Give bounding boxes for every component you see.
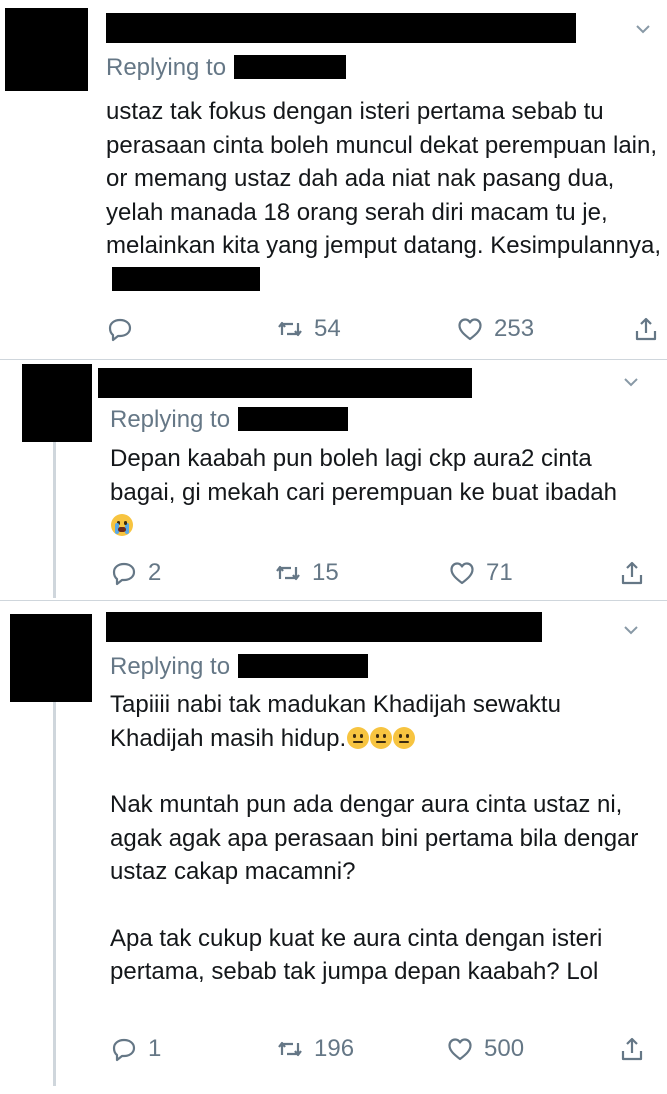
retweet-icon [274, 559, 302, 587]
replying-label: Replying to [106, 54, 227, 81]
tweet-actions: 1 196 500 [110, 1033, 667, 1065]
like-count: 500 [484, 1035, 525, 1062]
retweet-icon [276, 315, 304, 343]
retweet-button[interactable]: 54 [276, 313, 341, 345]
neutral-face-emoji-icon [393, 726, 416, 749]
retweet-icon [276, 1035, 304, 1063]
redacted-username[interactable] [106, 13, 576, 43]
tweet-text: Depan kaabah pun boleh lagi ckp aura2 ci… [110, 442, 630, 543]
replying-to: Replying to [106, 54, 347, 82]
replying-label: Replying to [110, 653, 231, 680]
tweet-1[interactable]: Replying to ustaz tak fokus dengan ister… [0, 0, 667, 358]
redacted-mention[interactable] [234, 55, 347, 79]
heart-icon [446, 1035, 474, 1063]
thread-connector [53, 442, 56, 598]
tweet-thread: Replying to ustaz tak fokus dengan ister… [0, 0, 667, 1094]
tweet-paragraph: Nak muntah pun ada dengar aura cinta ust… [110, 791, 639, 885]
share-button[interactable] [632, 313, 660, 345]
tweet-actions: 2 15 71 [110, 557, 667, 589]
tweet-actions: 54 253 [106, 313, 666, 345]
tweet-body: Depan kaabah pun boleh lagi ckp aura2 ci… [110, 445, 617, 506]
redacted-mention[interactable] [238, 407, 349, 431]
share-button[interactable] [618, 557, 646, 589]
reply-button[interactable]: 2 [110, 557, 161, 589]
avatar[interactable] [10, 614, 92, 702]
tweet-text: ustaz tak fokus dengan isteri pertama se… [106, 95, 661, 296]
reply-count: 1 [148, 1035, 162, 1062]
like-count: 253 [494, 315, 535, 342]
retweet-button[interactable]: 196 [276, 1033, 354, 1065]
retweet-button[interactable]: 15 [274, 557, 339, 589]
chevron-down-icon[interactable] [622, 621, 640, 639]
tweet-text: Tapiiii nabi tak madukan Khadijah sewakt… [110, 688, 640, 989]
neutral-face-emoji-icon [347, 726, 370, 749]
replying-to: Replying to [110, 406, 349, 434]
reply-icon [110, 559, 138, 587]
tweet-paragraph: Tapiiii nabi tak madukan Khadijah sewakt… [110, 691, 561, 752]
retweet-count: 15 [312, 559, 339, 586]
tweet-paragraph: Apa tak cukup kuat ke aura cinta dengan … [110, 924, 603, 986]
replying-label: Replying to [110, 406, 231, 433]
heart-icon [448, 559, 476, 587]
reply-button[interactable] [106, 313, 144, 345]
like-button[interactable]: 253 [456, 313, 534, 345]
like-count: 71 [486, 559, 513, 586]
share-icon [618, 1035, 646, 1063]
neutral-face-emoji-icon [370, 726, 393, 749]
reply-button[interactable]: 1 [110, 1033, 161, 1065]
redacted-username[interactable] [106, 612, 542, 642]
reply-icon [110, 1035, 138, 1063]
avatar[interactable] [22, 364, 92, 442]
like-button[interactable]: 500 [446, 1033, 524, 1065]
heart-icon [456, 315, 484, 343]
crying-emoji-icon [111, 514, 133, 536]
tweet-3[interactable]: Replying to Tapiiii nabi tak madukan Kha… [0, 601, 667, 1094]
avatar[interactable] [5, 8, 88, 91]
thread-connector [53, 702, 56, 1086]
redacted-mention[interactable] [238, 654, 369, 678]
retweet-count: 54 [314, 315, 341, 342]
share-button[interactable] [618, 1033, 646, 1065]
redacted-username[interactable] [98, 368, 472, 398]
share-icon [632, 315, 660, 343]
reply-icon [106, 315, 134, 343]
replying-to: Replying to [110, 653, 369, 681]
share-icon [618, 559, 646, 587]
tweet-2[interactable]: Replying to Depan kaabah pun boleh lagi … [0, 360, 667, 598]
redacted-text [112, 266, 260, 291]
reply-count: 2 [148, 559, 162, 586]
chevron-down-icon[interactable] [622, 373, 640, 391]
chevron-down-icon[interactable] [634, 20, 652, 38]
tweet-body: ustaz tak fokus dengan isteri pertama se… [106, 98, 661, 259]
retweet-count: 196 [314, 1035, 355, 1062]
like-button[interactable]: 71 [448, 557, 513, 589]
